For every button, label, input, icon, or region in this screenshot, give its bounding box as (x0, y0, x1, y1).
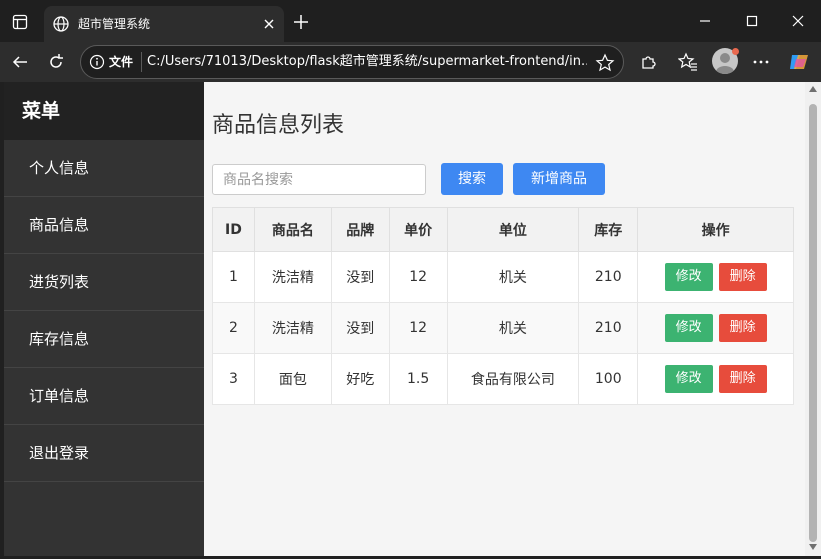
reload-icon[interactable] (44, 50, 68, 74)
sidebar-item-inventory[interactable]: 库存信息 (4, 311, 204, 368)
cell-price: 12 (388, 302, 448, 354)
main-content: 商品信息列表 搜索 新增商品 ID 商品名 品牌 单价 单位 库存 操作 (212, 82, 802, 556)
delete-button[interactable]: 删除 (718, 263, 767, 291)
browser-tab-bar: 超市管理系统 (0, 0, 821, 42)
page-title: 商品信息列表 (212, 113, 345, 138)
sidebar-item-orders[interactable]: 订单信息 (4, 368, 204, 425)
add-product-button[interactable]: 新增商品 (513, 163, 605, 195)
cell-stock: 210 (578, 251, 639, 303)
scroll-down-arrow-icon[interactable] (809, 544, 817, 550)
scroll-up-arrow-icon[interactable] (809, 86, 817, 92)
plus-icon[interactable] (290, 11, 312, 33)
cell-unit: 食品有限公司 (446, 353, 580, 405)
column-header-actions: 操作 (637, 207, 794, 252)
cell-name: 面包 (253, 353, 332, 405)
cell-stock: 100 (578, 353, 639, 405)
address-scheme-label: 文件 (109, 55, 134, 69)
address-url[interactable]: C:/Users/71013/Desktop/flask超市管理系统/super… (147, 54, 587, 70)
edit-button[interactable]: 修改 (664, 365, 713, 393)
sidebar: 菜单 个人信息 商品信息 进货列表 库存信息 订单信息 退出登录 (4, 82, 204, 556)
sidebar-title: 菜单 (4, 82, 204, 140)
close-window-icon[interactable] (786, 9, 810, 33)
delete-button[interactable]: 删除 (718, 314, 767, 342)
cell-unit: 机关 (446, 302, 580, 354)
cell-price: 12 (388, 251, 448, 303)
extensions-icon[interactable] (636, 50, 660, 74)
browser-toolbar: 文件 C:/Users/71013/Desktop/flask超市管理系统/su… (0, 42, 821, 82)
column-header-price: 单价 (388, 207, 448, 252)
sidebar-item-logout[interactable]: 退出登录 (4, 425, 204, 482)
tab-title: 超市管理系统 (78, 17, 151, 31)
scroll-thumb[interactable] (809, 104, 817, 542)
sidebar-item-profile[interactable]: 个人信息 (4, 140, 204, 197)
search-button[interactable]: 搜索 (441, 163, 503, 195)
sidebar-item-purchases[interactable]: 进货列表 (4, 254, 204, 311)
table-row: 2 洗洁精 没到 12 机关 210 修改 删除 (212, 302, 794, 354)
back-icon[interactable] (8, 50, 32, 74)
cell-id: 1 (212, 251, 255, 303)
cell-actions: 修改 删除 (637, 353, 794, 405)
cell-brand: 好吃 (330, 353, 390, 405)
favorites-icon[interactable] (676, 50, 700, 74)
profile-notification-dot (732, 48, 739, 55)
column-header-stock: 库存 (578, 207, 639, 252)
cell-id: 3 (212, 353, 255, 405)
cell-actions: 修改 删除 (637, 302, 794, 354)
close-icon[interactable] (260, 15, 278, 33)
product-table: ID 商品名 品牌 单价 单位 库存 操作 1 洗洁精 没到 12 机关 210 (212, 207, 794, 405)
maximize-icon[interactable] (740, 9, 764, 33)
cell-price: 1.5 (388, 353, 448, 405)
address-divider (141, 52, 142, 72)
address-bar[interactable]: 文件 C:/Users/71013/Desktop/flask超市管理系统/su… (80, 45, 624, 79)
table-row: 3 面包 好吃 1.5 食品有限公司 100 修改 删除 (212, 353, 794, 405)
info-icon[interactable] (89, 54, 105, 70)
star-icon[interactable] (595, 53, 615, 73)
column-header-unit: 单位 (446, 207, 580, 252)
search-input[interactable] (212, 164, 426, 195)
browser-tab[interactable]: 超市管理系统 (44, 6, 284, 42)
copilot-icon[interactable] (787, 50, 811, 74)
delete-button[interactable]: 删除 (718, 365, 767, 393)
cell-id: 2 (212, 302, 255, 354)
column-header-brand: 品牌 (330, 207, 390, 252)
cell-stock: 210 (578, 302, 639, 354)
table-row: 1 洗洁精 没到 12 机关 210 修改 删除 (212, 251, 794, 303)
cell-name: 洗洁精 (253, 302, 332, 354)
globe-icon (52, 15, 70, 33)
column-header-name: 商品名 (253, 207, 332, 252)
cell-actions: 修改 删除 (637, 251, 794, 303)
cell-unit: 机关 (446, 251, 580, 303)
edit-button[interactable]: 修改 (664, 314, 713, 342)
sidebar-item-products[interactable]: 商品信息 (4, 197, 204, 254)
edit-button[interactable]: 修改 (664, 263, 713, 291)
minimize-icon[interactable] (693, 9, 717, 33)
more-icon[interactable] (749, 50, 773, 74)
cell-brand: 没到 (330, 251, 390, 303)
page-viewport: 菜单 个人信息 商品信息 进货列表 库存信息 订单信息 退出登录 商品信息列表 … (4, 82, 821, 556)
table-header-row: ID 商品名 品牌 单价 单位 库存 操作 (212, 207, 794, 252)
cell-brand: 没到 (330, 302, 390, 354)
column-header-id: ID (212, 207, 255, 252)
tab-actions-icon[interactable] (8, 10, 32, 34)
vertical-scrollbar[interactable] (805, 82, 821, 556)
cell-name: 洗洁精 (253, 251, 332, 303)
